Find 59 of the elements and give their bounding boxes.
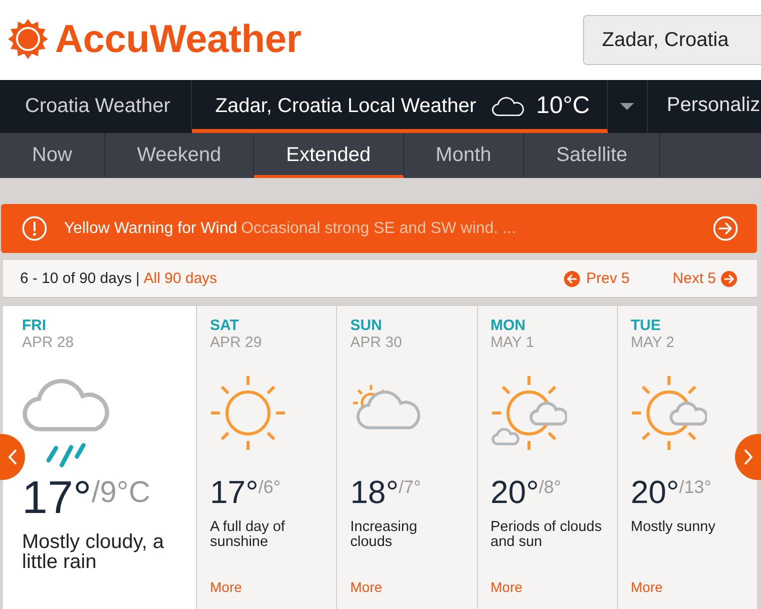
weekday-label: MON xyxy=(490,317,526,334)
previous-link[interactable]: Prev 5 xyxy=(564,270,630,287)
high-temperature: 17° xyxy=(210,476,258,508)
weekday-label: SUN xyxy=(350,317,382,334)
arrow-right-icon xyxy=(721,270,737,286)
low-temperature: /13° xyxy=(679,478,712,496)
search-field[interactable]: Zadar, Croatia xyxy=(583,15,761,65)
alert-message: Occasional strong SE and SW wind. ... xyxy=(241,220,516,238)
personalize-link[interactable]: Personaliz xyxy=(648,80,760,133)
high-temperature: 20° xyxy=(490,476,539,508)
low-temperature: /8° xyxy=(538,478,562,496)
date-label: MAY 1 xyxy=(490,334,534,351)
more-link[interactable]: More xyxy=(630,579,663,595)
more-link[interactable]: More xyxy=(210,579,242,595)
cloud-icon xyxy=(492,96,524,116)
sun-logo-icon xyxy=(8,19,48,59)
more-link[interactable]: More xyxy=(490,579,522,595)
high-temperature: 17° xyxy=(22,474,92,520)
arrow-right-icon[interactable] xyxy=(713,216,738,241)
forecast-phrase: Increasing clouds xyxy=(350,520,418,550)
chevron-right-icon xyxy=(744,449,752,465)
forecast-phrase: Mostly cloudy, a little rain xyxy=(22,532,165,572)
weekday-label: SAT xyxy=(210,317,239,334)
alert-title: Yellow Warning for Wind xyxy=(64,220,238,238)
low-temperature: /9°C xyxy=(92,478,150,508)
sun-with-cloud-icon xyxy=(630,375,707,451)
warning-icon xyxy=(22,216,47,241)
pager-separator: | xyxy=(136,270,140,287)
forecast-phrase: Mostly sunny xyxy=(630,520,716,535)
chevron-left-icon xyxy=(8,449,17,465)
more-link[interactable]: More xyxy=(350,579,382,595)
high-temperature: 20° xyxy=(630,476,680,508)
date-label: APR 30 xyxy=(350,334,402,351)
date-label: APR 28 xyxy=(22,334,74,351)
weekday-label: FRI xyxy=(22,317,46,334)
day-range-text: 6 - 10 of 90 days xyxy=(20,270,132,287)
arrow-left-icon xyxy=(564,270,580,286)
caret-down-icon xyxy=(620,103,634,110)
weekday-label: TUE xyxy=(630,317,661,334)
logo-wordmark[interactable]: AccuWeather xyxy=(55,18,302,62)
subnav-tab[interactable]: Now xyxy=(0,133,106,178)
low-temperature: /6° xyxy=(258,478,281,496)
subnav-tab[interactable]: Extended xyxy=(254,133,404,178)
next-link[interactable]: Next 5 xyxy=(672,270,737,287)
all-days-link[interactable]: All 90 days xyxy=(144,270,218,287)
date-label: APR 29 xyxy=(210,334,262,351)
alert-banner[interactable]: Yellow Warning for Wind Occasional strong SE and SW wind. ... xyxy=(1,204,757,253)
forecast-phrase: Periods of clouds and sun xyxy=(490,520,602,550)
sun-icon xyxy=(210,375,286,451)
high-temperature: 18° xyxy=(350,476,399,508)
subnav-tab[interactable]: Satellite xyxy=(524,133,660,178)
forecast-phrase: A full day of sunshine xyxy=(210,520,286,550)
rain-cloud-icon xyxy=(22,377,110,468)
subnav-tab[interactable]: Weekend xyxy=(105,133,254,178)
current-temperature: 10°C xyxy=(536,92,590,120)
low-temperature: /7° xyxy=(398,478,421,496)
date-label: MAY 2 xyxy=(630,334,674,351)
sun-and-clouds-icon xyxy=(490,375,566,451)
subnav-tab[interactable]: Month xyxy=(404,133,524,178)
